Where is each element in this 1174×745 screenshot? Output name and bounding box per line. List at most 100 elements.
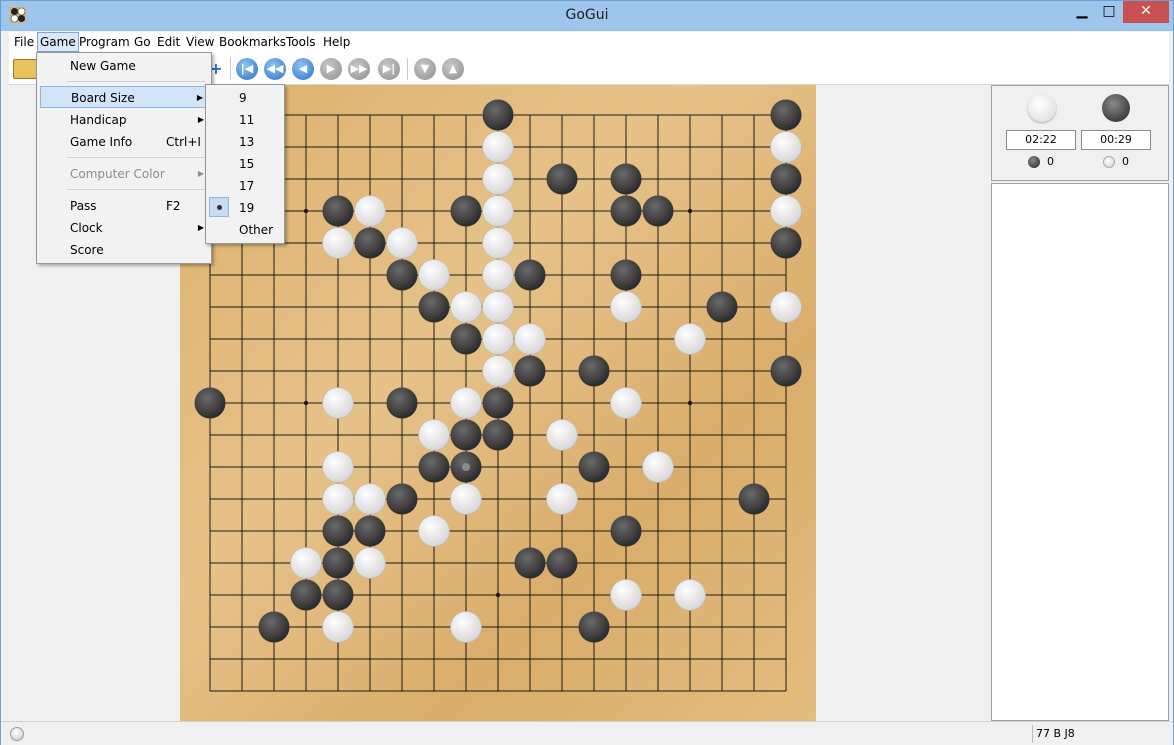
close-button[interactable]: ✕ <box>1123 1 1169 23</box>
end-icon[interactable]: ▶| <box>378 58 400 80</box>
black-stone[interactable] <box>770 227 802 259</box>
white-stone[interactable] <box>642 451 674 483</box>
black-stone[interactable] <box>770 99 802 131</box>
black-stone[interactable] <box>290 579 322 611</box>
black-stone[interactable] <box>450 323 482 355</box>
white-stone[interactable] <box>354 483 386 515</box>
board-size-option-9[interactable]: 9 <box>206 87 284 109</box>
white-stone[interactable] <box>546 419 578 451</box>
white-stone[interactable] <box>610 387 642 419</box>
white-stone[interactable] <box>610 291 642 323</box>
white-stone[interactable] <box>450 387 482 419</box>
board-size-option-15[interactable]: 15 <box>206 153 284 175</box>
menu-game[interactable]: Game <box>37 32 79 52</box>
white-stone[interactable] <box>674 323 706 355</box>
black-stone[interactable] <box>258 611 290 643</box>
white-stone[interactable] <box>482 323 514 355</box>
menu-edit[interactable]: Edit <box>155 33 182 51</box>
black-stone[interactable] <box>770 163 802 195</box>
white-stone[interactable] <box>322 611 354 643</box>
back-icon[interactable]: ◀ <box>292 58 314 80</box>
black-stone[interactable] <box>642 195 674 227</box>
black-stone[interactable] <box>322 579 354 611</box>
menu-file[interactable]: File <box>12 33 36 51</box>
menu-tools[interactable]: Tools <box>284 33 318 51</box>
white-stone[interactable] <box>674 579 706 611</box>
white-stone[interactable] <box>418 419 450 451</box>
white-stone[interactable] <box>482 131 514 163</box>
board-size-option-11[interactable]: 11 <box>206 109 284 131</box>
white-stone[interactable] <box>322 227 354 259</box>
white-stone[interactable] <box>386 227 418 259</box>
menu-item-board-size[interactable]: Board Size ▶ <box>40 86 206 108</box>
black-stone[interactable] <box>706 291 738 323</box>
black-stone[interactable] <box>386 387 418 419</box>
next-variation-icon[interactable]: ▲ <box>442 58 464 80</box>
white-stone[interactable] <box>514 323 546 355</box>
black-stone[interactable] <box>546 547 578 579</box>
menu-item-game-info[interactable]: Game Info Ctrl+I <box>40 131 206 153</box>
black-stone[interactable] <box>738 483 770 515</box>
board-size-option-19[interactable]: 19 <box>206 197 284 219</box>
black-stone[interactable] <box>418 451 450 483</box>
forward-icon[interactable]: ▶ <box>320 58 342 80</box>
white-stone[interactable] <box>546 483 578 515</box>
menu-item-clock[interactable]: Clock ▶ <box>40 217 206 239</box>
white-stone[interactable] <box>418 259 450 291</box>
open-icon[interactable] <box>13 59 37 79</box>
minimize-button[interactable]: ▁ <box>1069 1 1095 23</box>
white-stone[interactable] <box>482 291 514 323</box>
menu-item-handicap[interactable]: Handicap ▶ <box>40 109 206 131</box>
black-stone[interactable] <box>514 547 546 579</box>
black-stone[interactable] <box>450 195 482 227</box>
white-stone[interactable] <box>482 355 514 387</box>
white-stone[interactable] <box>770 195 802 227</box>
black-stone[interactable] <box>322 195 354 227</box>
previous-variation-icon[interactable]: ▼ <box>414 58 436 80</box>
white-stone[interactable] <box>610 579 642 611</box>
black-stone[interactable] <box>450 419 482 451</box>
board-size-option-other[interactable]: Other <box>206 219 284 241</box>
black-stone[interactable] <box>514 259 546 291</box>
black-stone[interactable] <box>354 227 386 259</box>
white-stone[interactable] <box>354 195 386 227</box>
black-stone[interactable] <box>578 451 610 483</box>
comment-area[interactable] <box>991 183 1169 721</box>
white-stone[interactable] <box>482 195 514 227</box>
black-stone[interactable] <box>770 355 802 387</box>
beginning-icon[interactable]: |◀ <box>236 58 258 80</box>
white-stone[interactable] <box>450 291 482 323</box>
white-stone[interactable] <box>322 387 354 419</box>
board-size-option-13[interactable]: 13 <box>206 131 284 153</box>
black-stone[interactable] <box>194 387 226 419</box>
white-stone[interactable] <box>322 451 354 483</box>
black-stone[interactable] <box>482 387 514 419</box>
back-ten-icon[interactable]: ◀◀ <box>264 58 286 80</box>
black-stone[interactable] <box>386 483 418 515</box>
black-stone[interactable] <box>546 163 578 195</box>
white-stone[interactable] <box>450 483 482 515</box>
black-stone[interactable] <box>578 355 610 387</box>
maximize-button[interactable]: □ <box>1095 1 1123 23</box>
menu-program[interactable]: Program <box>77 33 132 51</box>
white-stone[interactable] <box>322 483 354 515</box>
menu-help[interactable]: Help <box>321 33 352 51</box>
board-size-option-17[interactable]: 17 <box>206 175 284 197</box>
black-stone[interactable] <box>610 163 642 195</box>
white-stone[interactable] <box>770 131 802 163</box>
black-stone[interactable] <box>386 259 418 291</box>
white-stone[interactable] <box>482 259 514 291</box>
black-stone[interactable] <box>482 419 514 451</box>
menu-item-score[interactable]: Score <box>40 239 206 261</box>
white-stone[interactable] <box>482 227 514 259</box>
menu-go[interactable]: Go <box>132 33 153 51</box>
black-stone[interactable] <box>610 515 642 547</box>
black-stone[interactable] <box>578 611 610 643</box>
white-stone[interactable] <box>770 291 802 323</box>
black-stone[interactable] <box>610 259 642 291</box>
white-stone[interactable] <box>450 611 482 643</box>
black-stone[interactable] <box>610 195 642 227</box>
white-stone[interactable] <box>418 515 450 547</box>
menu-view[interactable]: View <box>184 33 216 51</box>
black-stone[interactable] <box>514 355 546 387</box>
